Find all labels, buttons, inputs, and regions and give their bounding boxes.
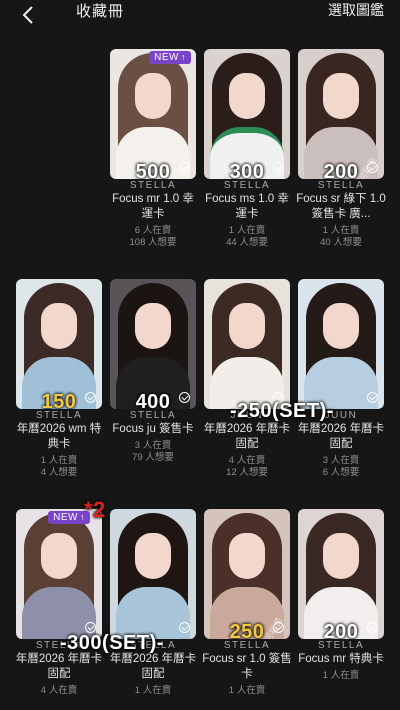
- card-name: Focus ms 1.0 幸運卡: [205, 193, 289, 220]
- photocard-item[interactable]: NEW ↑ 500 STELLA Focus mr 1.0 幸運卡 6 人在賣 1…: [110, 49, 198, 249]
- photocard-item[interactable]: 200 STELLA Focus mr 特典卡 1 人在賣: [298, 509, 386, 682]
- selling-count: 1 人在賣: [228, 685, 266, 696]
- card-photo: Stony 張河鬆美 200: [298, 49, 384, 179]
- photocard-item[interactable]: STELLA 年曆2026 年曆卡 固配 1 人在賣: [110, 509, 198, 697]
- photocard-item[interactable]: JUUN 年曆2026 年曆卡 固配 3 人在賣 6 人想要: [298, 279, 386, 479]
- check-circle-icon[interactable]: [273, 162, 284, 173]
- card-name: Focus mr 1.0 幸運卡: [112, 193, 194, 220]
- photocard-item[interactable]: JUUN 年曆2026 年曆卡 固配 4 人在賣 12 人想要: [204, 279, 292, 479]
- card-photo: Stony 張河鬆美 250: [204, 509, 290, 639]
- card-photo: NEW ↑: [16, 509, 102, 639]
- brand-label: STELLA: [223, 180, 271, 191]
- photocard-item[interactable]: 300 STELLA Focus ms 1.0 幸運卡 1 人在賣 44 人想要: [204, 49, 292, 249]
- card-stats: 1 人在賣 4 人想要: [16, 455, 102, 479]
- selling-count: 1 人在賣: [134, 685, 172, 696]
- set-price-overlay: -250(SET)-: [230, 400, 334, 422]
- selling-count: 4 人在賣: [40, 685, 78, 696]
- card-name: 年曆2026 年曆卡 固配: [203, 423, 291, 450]
- check-circle-icon[interactable]: [85, 392, 96, 403]
- check-circle-icon[interactable]: [179, 622, 190, 633]
- check-circle-icon[interactable]: [367, 162, 378, 173]
- selling-count: 3 人在賣: [322, 455, 360, 466]
- selling-count: 3 人在賣: [134, 440, 172, 451]
- card-stats: 6 人在賣 108 人想要: [110, 225, 196, 249]
- wanting-count: 79 人想要: [132, 452, 174, 463]
- card-photo: 150: [16, 279, 102, 409]
- card-name: 年曆2026 年曆卡 固配: [15, 653, 103, 680]
- card-name: Focus ju 簽售卡: [112, 423, 194, 435]
- photocard-item[interactable]: Stony 張河鬆美 250 STELLA Focus sr 1.0 簽售卡 1…: [202, 509, 292, 697]
- selling-count: 6 人在賣: [134, 225, 172, 236]
- selling-count: 1 人在賣: [228, 225, 266, 236]
- check-circle-icon[interactable]: [179, 162, 190, 173]
- wanting-count: 6 人想要: [322, 467, 360, 478]
- brand-label: STELLA: [129, 180, 177, 191]
- card-stats: 3 人在賣 6 人想要: [298, 455, 384, 479]
- selling-count: 4 人在賣: [228, 455, 266, 466]
- wanting-count: 4 人想要: [40, 467, 78, 478]
- card-name: 年曆2026 wm 特典卡: [16, 423, 102, 450]
- card-stats: 1 人在賣: [110, 685, 196, 697]
- wanting-count: 12 人想要: [226, 467, 268, 478]
- set-price-overlay: -300(SET)-: [60, 632, 164, 654]
- wanting-count: 40 人想要: [320, 237, 362, 248]
- top-bar: 收藏冊 選取圖鑑: [0, 0, 400, 34]
- card-photo: 300: [204, 49, 290, 179]
- photocard-item[interactable]: NEW ↑ STELLA 年曆2026 年曆卡 固配 4 人在賣: [16, 509, 104, 697]
- card-stats: 1 人在賣: [204, 685, 290, 697]
- card-stats: 1 人在賣 44 人想要: [204, 225, 290, 249]
- card-photo: [204, 279, 290, 409]
- check-circle-icon[interactable]: [367, 392, 378, 403]
- brand-label: STELLA: [317, 640, 365, 651]
- photocard-item[interactable]: 400 STELLA Focus ju 簽售卡 3 人在賣 79 人想要: [110, 279, 198, 464]
- select-cards-button[interactable]: 選取圖鑑: [328, 0, 384, 20]
- card-stats: 1 人在賣: [298, 670, 384, 682]
- brand-label: STELLA: [223, 640, 271, 651]
- selling-count: 1 人在賣: [322, 225, 360, 236]
- brand-label: STELLA: [317, 180, 365, 191]
- photocard-item[interactable]: Stony 張河鬆美 200 STELLA Focus sr 綠下 1.0 簽售…: [296, 49, 386, 249]
- card-name: 年曆2026 年曆卡 固配: [109, 653, 197, 680]
- card-stats: 3 人在賣 79 人想要: [110, 440, 196, 464]
- wanting-count: 44 人想要: [226, 237, 268, 248]
- back-arrow-icon[interactable]: [18, 4, 40, 26]
- card-photo: 200: [298, 509, 384, 639]
- card-stats: 4 人在賣: [16, 685, 102, 697]
- page-title: 收藏冊: [76, 3, 125, 20]
- selling-count: 1 人在賣: [322, 670, 360, 681]
- card-name: Focus sr 綠下 1.0 簽售卡 廣...: [296, 193, 386, 220]
- card-stats: 4 人在賣 12 人想要: [204, 455, 290, 479]
- brand-label: STELLA: [129, 410, 177, 421]
- selling-count: 1 人在賣: [40, 455, 78, 466]
- card-photo: NEW ↑ 500: [110, 49, 196, 179]
- check-circle-icon[interactable]: [367, 622, 378, 633]
- red-quantity-mark: *2: [84, 497, 106, 522]
- card-name: Focus sr 1.0 簽售卡: [202, 653, 292, 680]
- wanting-count: 108 人想要: [129, 237, 177, 248]
- photocard-item[interactable]: 150 STELLA 年曆2026 wm 特典卡 1 人在賣 4 人想要: [16, 279, 104, 479]
- card-photo: [298, 279, 384, 409]
- card-name: 年曆2026 年曆卡 固配: [297, 423, 385, 450]
- check-circle-icon[interactable]: [273, 622, 284, 633]
- card-name: Focus mr 特典卡: [298, 653, 384, 665]
- brand-label: STELLA: [35, 410, 83, 421]
- card-photo: [110, 509, 196, 639]
- check-circle-icon[interactable]: [179, 392, 190, 403]
- card-photo: 400: [110, 279, 196, 409]
- card-stats: 1 人在賣 40 人想要: [298, 225, 384, 249]
- new-badge: NEW ↑: [149, 51, 191, 64]
